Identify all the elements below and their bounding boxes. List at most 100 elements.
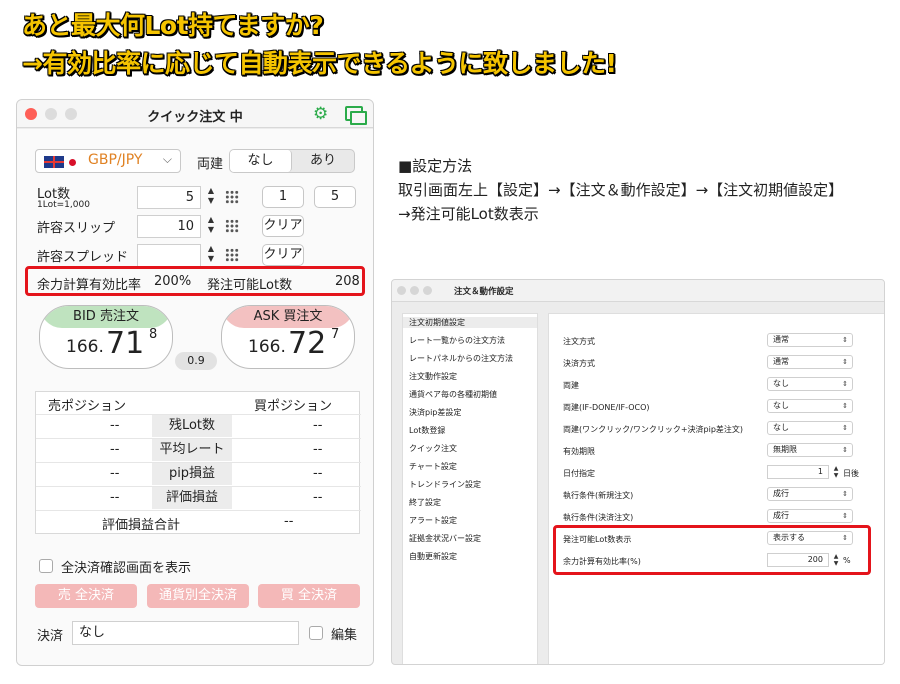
chevron-updown-icon: ⇕ <box>842 446 848 454</box>
settle-input[interactable]: なし <box>72 621 299 645</box>
sidebar-item[interactable]: 注文初期値設定 <box>403 317 537 328</box>
headline-line1: あと最大何Lot持てますか? <box>22 11 324 40</box>
field-stepper[interactable]: ▲ ▼ <box>831 553 841 567</box>
field-select[interactable]: 表示する ⇕ <box>767 531 853 545</box>
settings-sidebar: 注文初期値設定 レート一覧からの注文方法 レートパネルからの注文方法 注文動作設… <box>402 313 538 664</box>
lot-input[interactable]: 5 <box>137 186 201 209</box>
bid-sell-button[interactable]: BID 売注文 166. 71 8 <box>39 305 173 369</box>
edit-label: 編集 <box>331 628 358 643</box>
keypad-icon[interactable] <box>225 248 239 262</box>
field-label: 執行条件(新規注文) <box>563 491 634 500</box>
field-value: 表示する <box>773 533 805 542</box>
slip-clear-button[interactable]: クリア <box>262 215 304 237</box>
sidebar-item[interactable]: アラート設定 <box>409 515 457 526</box>
instruction-path: 取引画面左上【設定】→【注文＆動作設定】→【注文初期値設定】 <box>398 181 844 199</box>
currency-pair-select[interactable]: GBP/JPY ⌵ <box>35 149 181 173</box>
slip-label: 許容スリップ <box>37 221 116 236</box>
confirm-label: 全決済確認画面を表示 <box>61 561 192 576</box>
field-select[interactable]: 通常 ⇕ <box>767 355 853 369</box>
field-stepper[interactable]: ▲ ▼ <box>831 465 841 479</box>
settings-main: 注文方式 通常 ⇕ 決済方式 通常 ⇕ 両建 なし ⇕ 両建(IF-DONE/IF-O… <box>548 313 884 664</box>
lot-stepper[interactable]: ▲ ▼ <box>205 186 217 209</box>
currency-close-all-button[interactable]: 通貨別全決済 <box>147 584 249 608</box>
field-value: なし <box>773 401 789 410</box>
field-select[interactable]: 通常 ⇕ <box>767 333 853 347</box>
field-value: 無期限 <box>773 445 797 454</box>
zoom-window-button[interactable] <box>423 286 432 295</box>
chevron-updown-icon: ⇕ <box>842 490 848 498</box>
field-select[interactable]: なし ⇕ <box>767 399 853 413</box>
table-row-total: 評価損益合計 -- <box>36 510 361 533</box>
hedge-option-on[interactable]: あり <box>292 150 354 172</box>
bid-label: BID 売注文 <box>40 306 172 328</box>
sidebar-item[interactable]: レート一覧からの注文方法 <box>409 335 505 346</box>
sidebar-item[interactable]: 通貨ペア毎の各種初期値 <box>409 389 497 400</box>
quick-order-window: クイック注文 中 ⚙ GBP/JPY ⌵ 両建 なし あり Lot数 1Lot=… <box>16 99 374 666</box>
lot-preset-1-button[interactable]: 1 <box>262 186 304 208</box>
ask-price-big: 72 <box>288 326 327 361</box>
sidebar-item[interactable]: クイック注文 <box>409 443 457 454</box>
field-number-input[interactable]: 1 <box>767 465 829 479</box>
field-value: 成行 <box>773 511 789 520</box>
field-select[interactable]: 無期限 ⇕ <box>767 443 853 457</box>
hedge-option-off[interactable]: なし <box>230 150 292 172</box>
ask-price-prefix: 166. <box>248 337 286 357</box>
sidebar-item[interactable]: 決済pip差設定 <box>409 407 461 418</box>
settings-title: 注文＆動作設定 <box>454 287 514 297</box>
sidebar-item[interactable]: トレンドライン設定 <box>409 479 481 490</box>
field-number-input[interactable]: 200 <box>767 553 829 567</box>
bid-price-pip: 8 <box>149 327 158 342</box>
minimize-window-button[interactable] <box>410 286 419 295</box>
sidebar-item[interactable]: 注文動作設定 <box>409 371 457 382</box>
field-value: 成行 <box>773 489 789 498</box>
field-unit: 日後 <box>843 469 859 478</box>
sidebar-item[interactable]: チャート設定 <box>409 461 457 472</box>
buy-cell: -- <box>313 466 323 481</box>
hedge-toggle: なし あり <box>229 149 355 173</box>
slip-input[interactable]: 10 <box>137 215 201 238</box>
confirm-checkbox[interactable] <box>39 559 53 573</box>
orderable-lot-label: 発注可能Lot数 <box>207 278 293 293</box>
gear-icon[interactable]: ⚙ <box>313 105 331 123</box>
sell-close-all-button[interactable]: 売 全決済 <box>35 584 137 608</box>
field-select[interactable]: 成行 ⇕ <box>767 509 853 523</box>
sell-position-header: 売ポジション <box>48 399 127 414</box>
row-label: 評価損益 <box>152 487 232 509</box>
lot-preset-5-button[interactable]: 5 <box>314 186 356 208</box>
spread-stepper[interactable]: ▲ ▼ <box>205 244 217 267</box>
field-label: 両建 <box>563 381 579 390</box>
field-label: 執行条件(決済注文) <box>563 513 634 522</box>
keypad-icon[interactable] <box>225 190 239 204</box>
ask-buy-button[interactable]: ASK 買注文 166. 72 7 <box>221 305 355 369</box>
settle-label: 決済 <box>37 629 64 644</box>
sidebar-item[interactable]: Lot数登録 <box>409 425 445 436</box>
spread-clear-button[interactable]: クリア <box>262 244 304 266</box>
close-window-button[interactable] <box>397 286 406 295</box>
instruction-target: →発注可能Lot数表示 <box>398 205 539 223</box>
field-select[interactable]: 成行 ⇕ <box>767 487 853 501</box>
table-row: -- 残Lot数 -- <box>36 414 361 437</box>
spread-badge: 0.9 <box>175 352 217 370</box>
sidebar-item[interactable]: 証拠金状況バー設定 <box>409 533 481 544</box>
buy-position-header: 買ポジション <box>254 399 333 414</box>
window-icon[interactable] <box>345 106 367 125</box>
keypad-icon[interactable] <box>225 219 239 233</box>
slip-stepper[interactable]: ▲ ▼ <box>205 215 217 238</box>
settings-title-bar: 注文＆動作設定 <box>392 280 884 302</box>
sidebar-item[interactable]: 自動更新設定 <box>409 551 457 562</box>
chevron-updown-icon: ⇕ <box>842 424 848 432</box>
field-unit: % <box>843 556 851 565</box>
margin-ratio-value: 200% <box>154 274 192 289</box>
field-label: 両建(ワンクリック/ワンクリック+決済pip差注文) <box>563 425 744 434</box>
edit-checkbox[interactable] <box>309 626 323 640</box>
sidebar-item[interactable]: レートパネルからの注文方法 <box>409 353 513 364</box>
pair-label: GBP/JPY <box>88 152 143 168</box>
buy-cell: -- <box>313 442 323 457</box>
field-select[interactable]: なし ⇕ <box>767 421 853 435</box>
sidebar-item[interactable]: 終了設定 <box>409 497 441 508</box>
field-select[interactable]: なし ⇕ <box>767 377 853 391</box>
spread-input[interactable] <box>137 244 201 267</box>
field-value: 通常 <box>773 357 789 366</box>
buy-close-all-button[interactable]: 買 全決済 <box>258 584 360 608</box>
orderable-lot-value: 208 <box>335 274 360 289</box>
